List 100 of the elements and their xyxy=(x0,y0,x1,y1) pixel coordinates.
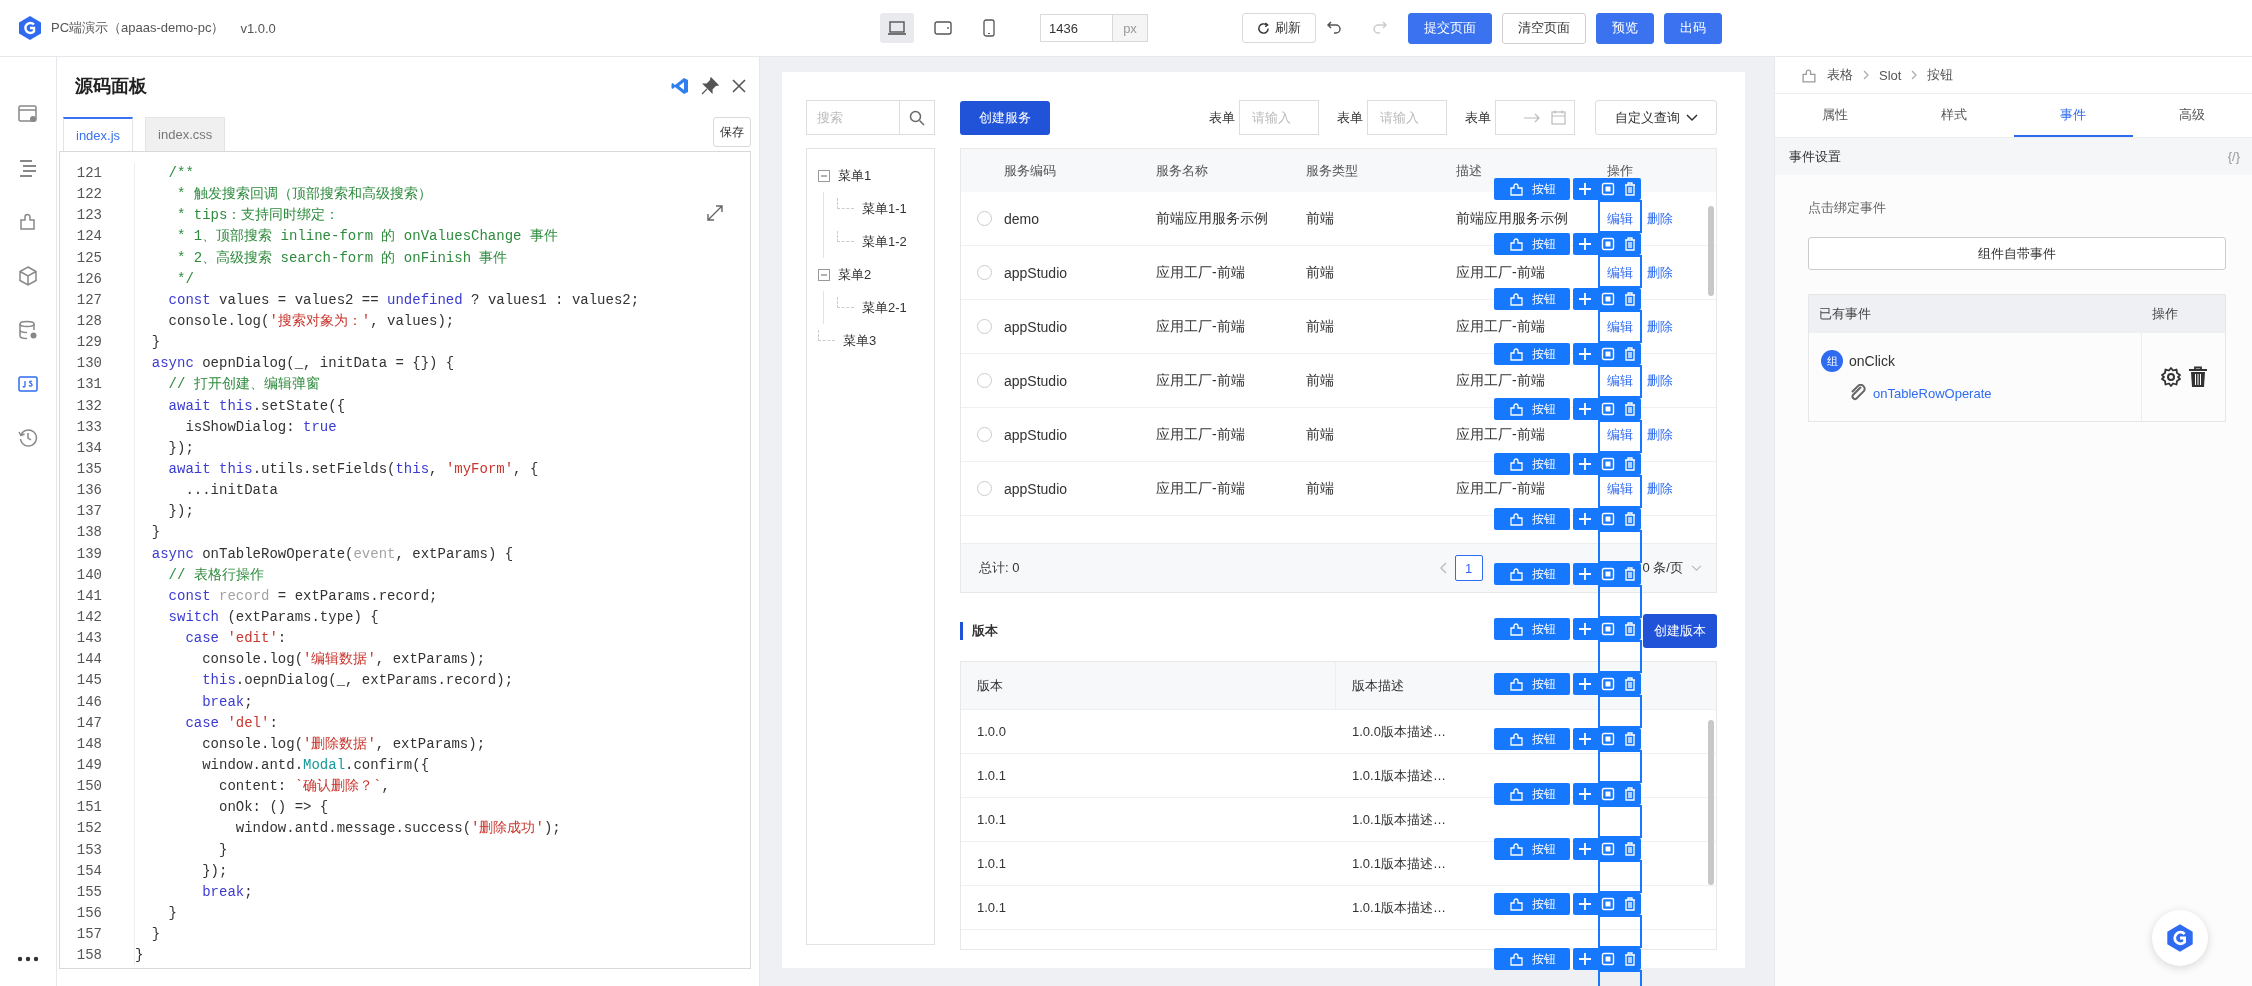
row-action-link[interactable]: 删除 xyxy=(1647,263,1673,282)
toolbar-button[interactable]: 清空页面 xyxy=(1502,12,1586,44)
code-toggle[interactable]: {/} xyxy=(2227,149,2240,164)
row-action-link[interactable]: 编辑 xyxy=(1607,209,1633,228)
refresh-button[interactable]: 刷新 xyxy=(1242,13,1316,43)
plus-icon[interactable] xyxy=(1577,402,1592,416)
tree-item[interactable]: 菜单2 xyxy=(838,265,872,284)
create-service-button[interactable]: 创建服务 xyxy=(960,100,1050,135)
tree-item[interactable]: 菜单1 xyxy=(838,166,872,185)
tree-item[interactable]: 菜单1-2 xyxy=(862,232,907,251)
scrollbar-thumb[interactable] xyxy=(1708,206,1714,296)
file-tab[interactable]: index.js xyxy=(63,117,134,151)
handler-link[interactable]: onTableRowOperate xyxy=(1873,385,1992,401)
slot-tag[interactable]: 按钮 xyxy=(1494,948,1570,970)
copy-icon[interactable] xyxy=(1601,787,1615,801)
settings-icon[interactable] xyxy=(2159,366,2182,388)
copy-icon[interactable] xyxy=(1601,292,1615,306)
page-button[interactable]: 1 xyxy=(1454,555,1483,581)
row-action-link[interactable]: 编辑 xyxy=(1607,263,1633,282)
copy-icon[interactable] xyxy=(1601,237,1615,251)
copy-icon[interactable] xyxy=(1601,952,1615,966)
row-action-link[interactable]: 删除 xyxy=(1647,317,1673,336)
slot-tag[interactable]: 按钮 xyxy=(1494,508,1570,530)
toolbar-button[interactable]: 出码 xyxy=(1664,12,1722,44)
save-button[interactable]: 保存 xyxy=(713,117,751,147)
slot-tag[interactable]: 按钮 xyxy=(1494,893,1570,915)
toolbar-button[interactable]: 提交页面 xyxy=(1408,12,1492,44)
plus-icon[interactable] xyxy=(1577,952,1592,966)
plus-icon[interactable] xyxy=(1577,182,1592,196)
code-editor-icon[interactable] xyxy=(671,76,689,95)
toolbar-button[interactable]: 预览 xyxy=(1596,12,1654,44)
tree-item[interactable]: 菜单1-1 xyxy=(862,199,907,218)
page-size-select[interactable]: 0 条/页 xyxy=(1642,559,1702,577)
copy-icon[interactable] xyxy=(1601,897,1615,911)
plus-icon[interactable] xyxy=(1577,512,1592,526)
search-field[interactable]: 搜索 xyxy=(806,100,900,135)
row-action-link[interactable]: 删除 xyxy=(1647,209,1673,228)
breadcrumb-item[interactable]: Slot xyxy=(1879,67,1902,83)
scrollbar-thumb[interactable] xyxy=(1708,720,1714,885)
plus-icon[interactable] xyxy=(1577,292,1592,306)
slot-tag[interactable]: 按钮 xyxy=(1494,783,1570,805)
code-editor[interactable] xyxy=(59,151,751,969)
row-action-link[interactable]: 编辑 xyxy=(1607,425,1633,444)
slot-tag[interactable]: 按钮 xyxy=(1494,288,1570,310)
file-tab[interactable]: index.css xyxy=(145,117,226,151)
collapse-icon[interactable] xyxy=(818,169,830,182)
plus-icon[interactable] xyxy=(1577,622,1592,636)
copy-icon[interactable] xyxy=(1601,457,1615,471)
device-button[interactable] xyxy=(880,13,914,43)
copy-icon[interactable] xyxy=(1601,677,1615,691)
plus-icon[interactable] xyxy=(1577,567,1592,581)
tree-item[interactable]: 菜单2-1 xyxy=(862,298,907,317)
plus-icon[interactable] xyxy=(1577,787,1592,801)
custom-query-dropdown[interactable]: 自定义查询 xyxy=(1595,100,1717,135)
pin-icon[interactable] xyxy=(701,76,719,95)
filter-input[interactable]: 请输入 xyxy=(1239,100,1319,135)
slot-tag[interactable]: 按钮 xyxy=(1494,343,1570,365)
copy-icon[interactable] xyxy=(1601,512,1615,526)
breadcrumb-item[interactable]: 按钮 xyxy=(1927,66,1954,84)
slot-tag[interactable]: 按钮 xyxy=(1494,398,1570,420)
expand-icon[interactable] xyxy=(706,204,724,222)
search-button[interactable] xyxy=(900,100,935,135)
row-action-link[interactable]: 删除 xyxy=(1647,425,1673,444)
row-action-link[interactable]: 删除 xyxy=(1647,479,1673,498)
plus-icon[interactable] xyxy=(1577,897,1592,911)
filter-input[interactable]: 请输入 xyxy=(1367,100,1447,135)
more-icon[interactable] xyxy=(17,956,39,962)
collapse-icon[interactable] xyxy=(818,268,830,281)
copy-icon[interactable] xyxy=(1601,842,1615,856)
copy-icon[interactable] xyxy=(1601,182,1615,196)
plus-icon[interactable] xyxy=(1577,457,1592,471)
copy-icon[interactable] xyxy=(1601,402,1615,416)
slot-tag[interactable]: 按钮 xyxy=(1494,178,1570,200)
plus-icon[interactable] xyxy=(1577,237,1592,251)
breadcrumb-item[interactable]: 表格 xyxy=(1827,66,1853,84)
slot-tag[interactable]: 按钮 xyxy=(1494,838,1570,860)
builtin-events-button[interactable]: 组件自带事件 xyxy=(1808,237,2226,270)
copy-icon[interactable] xyxy=(1601,347,1615,361)
row-action-link[interactable]: 编辑 xyxy=(1607,479,1633,498)
slot-tag[interactable]: 按钮 xyxy=(1494,618,1570,640)
width-field[interactable]: 1436 xyxy=(1040,14,1112,42)
close-icon[interactable] xyxy=(731,77,747,94)
slot-tag[interactable]: 按钮 xyxy=(1494,453,1570,475)
row-action-link[interactable]: 编辑 xyxy=(1607,317,1633,336)
row-action-link[interactable]: 删除 xyxy=(1647,371,1673,390)
tree-item[interactable]: 菜单3 xyxy=(843,331,877,350)
slot-tag[interactable]: 按钮 xyxy=(1494,728,1570,750)
copy-icon[interactable] xyxy=(1601,622,1615,636)
copy-icon[interactable] xyxy=(1601,732,1615,746)
copy-icon[interactable] xyxy=(1601,567,1615,581)
create-version-button[interactable]: 创建版本 xyxy=(1643,614,1717,648)
delete-icon[interactable] xyxy=(2187,366,2208,388)
slot-tag[interactable]: 按钮 xyxy=(1494,673,1570,695)
plus-icon[interactable] xyxy=(1577,732,1592,746)
plus-icon[interactable] xyxy=(1577,842,1592,856)
date-range-field[interactable] xyxy=(1495,100,1575,135)
slot-tag[interactable]: 按钮 xyxy=(1494,233,1570,255)
row-action-link[interactable]: 编辑 xyxy=(1607,371,1633,390)
plus-icon[interactable] xyxy=(1577,677,1592,691)
slot-tag[interactable]: 按钮 xyxy=(1494,563,1570,585)
